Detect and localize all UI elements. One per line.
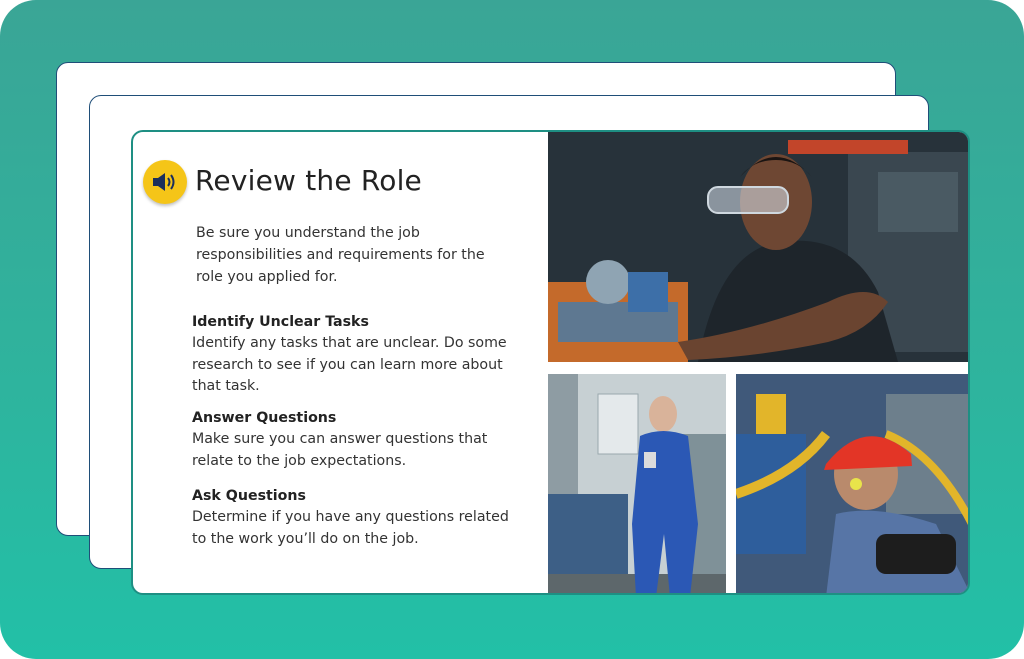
section-identify-unclear-tasks: Identify Unclear Tasks Identify any task…	[192, 311, 512, 398]
teal-background: Review the Role Be sure you understand t…	[0, 0, 1024, 659]
section-ask-questions: Ask Questions Determine if you have any …	[192, 485, 512, 550]
section-heading: Answer Questions	[192, 410, 337, 426]
speaker-icon[interactable]	[143, 160, 187, 204]
lesson-card: Review the Role Be sure you understand t…	[131, 130, 970, 595]
section-body: Identify any tasks that are unclear. Do …	[192, 335, 507, 394]
photo-worker-safety-glasses	[548, 132, 968, 362]
section-answer-questions: Answer Questions Make sure you can answe…	[192, 407, 512, 472]
section-body: Determine if you have any questions rela…	[192, 509, 509, 547]
photo-worker-blue-coveralls	[548, 374, 726, 593]
speaker-glyph	[153, 173, 175, 191]
page-title: Review the Role	[195, 164, 422, 197]
intro-text: Be sure you understand the job responsib…	[196, 225, 485, 285]
photo-worker-red-hardhat	[736, 374, 968, 593]
section-body: Make sure you can answer questions that …	[192, 431, 488, 469]
section-heading: Identify Unclear Tasks	[192, 314, 369, 330]
section-heading: Ask Questions	[192, 488, 306, 504]
